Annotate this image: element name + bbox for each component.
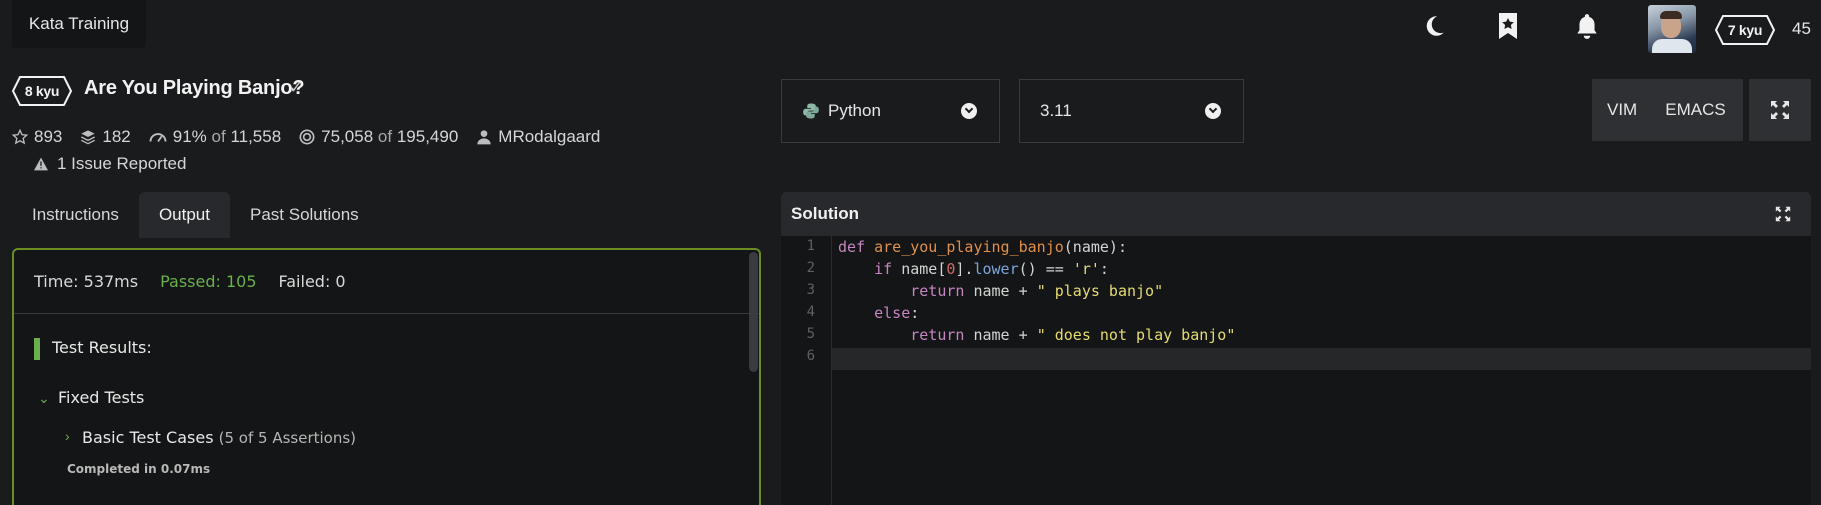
completed-time: Completed in 0.07ms	[67, 462, 211, 476]
satisfaction-rate: 91%	[172, 127, 207, 146]
code-area[interactable]: 1 2 3 4 5 6 def are_you_playing_banjo(na…	[781, 236, 1811, 505]
basic-test-cases-group[interactable]: Basic Test Cases (5 of 5 Assertions)	[82, 428, 356, 447]
code-line[interactable]: def are_you_playing_banjo(name):	[838, 236, 1127, 258]
kata-stats: 893 182 91% of 11,558 75,058 of 195,490 …	[12, 126, 618, 148]
editor-title: Solution	[791, 204, 859, 223]
test-results-title: Test Results:	[52, 338, 152, 357]
code-line[interactable]: return name + " plays banjo"	[838, 280, 1163, 302]
tab-past-solutions[interactable]: Past Solutions	[230, 192, 379, 238]
top-bar: Kata Training 7 kyu 45	[0, 0, 1821, 53]
basic-test-cases-label: Basic Test Cases	[82, 428, 214, 447]
bookmark-star-icon[interactable]	[1494, 12, 1522, 40]
editor-expand-icon[interactable]	[1775, 206, 1791, 227]
line-number-gutter: 1 2 3 4 5 6	[781, 236, 832, 505]
line-number: 6	[806, 348, 815, 364]
completed-check-icon: ✓	[289, 78, 304, 97]
user-rank-label: 7 kyu	[1727, 22, 1763, 38]
issues-label: 1 Issue Reported	[57, 154, 187, 173]
bell-icon[interactable]	[1573, 12, 1601, 40]
tab-output[interactable]: Output	[138, 192, 230, 238]
active-line-highlight	[832, 348, 1811, 370]
python-icon	[803, 103, 819, 119]
issues-link[interactable]: 1 Issue Reported	[33, 154, 186, 174]
satisfaction-of: of	[211, 127, 226, 146]
expand-icon	[1771, 101, 1789, 119]
votes-count: 11,558	[230, 127, 282, 146]
chevron-down-icon[interactable]: ⌄	[38, 390, 50, 407]
line-number: 1	[806, 238, 815, 254]
chevron-right-icon[interactable]: ›	[65, 428, 70, 444]
collections-stat[interactable]: 182	[80, 127, 131, 147]
layers-icon	[81, 130, 96, 145]
kata-title[interactable]: Are You Playing Banjo?	[84, 77, 305, 100]
tab-output-label: Output	[158, 205, 210, 224]
output-panel: Time: 537ms Passed: 105 Failed: 0 Test R…	[12, 248, 761, 505]
run-time: Time: 537ms	[34, 272, 139, 291]
moon-icon[interactable]	[1420, 12, 1448, 40]
passed-count: Passed: 105	[160, 272, 257, 291]
language-value: Python	[828, 101, 881, 120]
editor-header: Solution	[781, 192, 1811, 236]
emacs-button[interactable]: EMACS	[1665, 100, 1725, 120]
assertion-count: (5 of 5 Assertions)	[218, 429, 357, 447]
author-stat[interactable]: MRodalgaard	[476, 127, 600, 147]
results-accent-bar	[34, 338, 40, 360]
user-icon	[477, 130, 491, 145]
line-number: 4	[806, 304, 815, 320]
fullscreen-button[interactable]	[1749, 79, 1811, 141]
code-line[interactable]: else:	[838, 302, 919, 324]
keybinding-group: VIM EMACS	[1592, 79, 1743, 141]
tab-past-solutions-label: Past Solutions	[249, 205, 359, 224]
gauge-icon	[149, 133, 167, 143]
honor-count: 45	[1792, 19, 1811, 38]
fixed-tests-group[interactable]: Fixed Tests	[58, 388, 144, 407]
failed-count: Failed: 0	[278, 272, 346, 291]
vim-button[interactable]: VIM	[1607, 100, 1637, 120]
author-name: MRodalgaard	[498, 127, 601, 146]
version-select[interactable]: 3.11	[1019, 79, 1244, 143]
completed-of: of	[377, 127, 393, 146]
warning-icon	[34, 157, 48, 171]
language-select[interactable]: Python	[781, 79, 1000, 143]
line-number: 2	[806, 260, 815, 276]
completions-stat: 75,058 of 195,490	[299, 127, 458, 147]
user-avatar[interactable]	[1648, 5, 1696, 53]
kata-training-label: Kata Training	[28, 14, 130, 33]
code-line[interactable]: return name + " does not play banjo"	[838, 324, 1235, 346]
collections-count: 182	[102, 127, 131, 146]
kata-training-button[interactable]: Kata Training	[12, 0, 146, 48]
chevron-down-icon	[1205, 103, 1221, 119]
chevron-down-icon	[961, 103, 977, 119]
solution-editor: Solution 1 2 3 4 5 6 def are_you_playing…	[781, 192, 1811, 505]
completed-count: 75,058	[321, 127, 374, 146]
line-number: 5	[806, 326, 815, 342]
output-summary: Time: 537ms Passed: 105 Failed: 0	[14, 250, 759, 314]
target-icon	[299, 129, 315, 145]
tab-instructions-label: Instructions	[32, 205, 119, 224]
tab-instructions[interactable]: Instructions	[12, 192, 139, 238]
star-icon	[12, 129, 28, 145]
line-number: 3	[806, 282, 815, 298]
kata-rank-label: 8 kyu	[24, 83, 60, 99]
panel-tabs: Instructions Output Past Solutions	[12, 192, 379, 238]
attempts-count: 195,490	[396, 127, 459, 146]
stars-count: 893	[34, 127, 63, 146]
user-rank-badge[interactable]: 7 kyu	[1715, 15, 1775, 45]
satisfaction-stat: 91% of 11,558	[149, 127, 281, 147]
code-line[interactable]: if name[0].lower() == 'r':	[838, 258, 1109, 280]
output-scrollbar[interactable]	[749, 252, 758, 372]
kata-rank-badge: 8 kyu	[12, 76, 72, 106]
stars-stat[interactable]: 893	[12, 127, 62, 147]
version-value: 3.11	[1040, 101, 1072, 120]
